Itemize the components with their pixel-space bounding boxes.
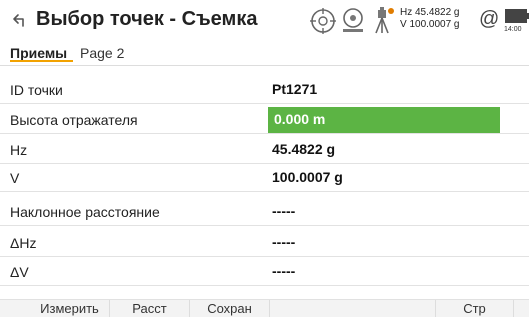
row-label: ΔV <box>10 264 29 280</box>
row-label: Hz <box>10 142 28 158</box>
row-label: Наклонное расстояние <box>10 204 160 220</box>
hz-readout: Hz 45.4822 g <box>400 7 460 18</box>
reflector-height-value[interactable]: 0.000 m <box>274 111 325 127</box>
target-icon[interactable] <box>308 6 338 36</box>
tab-bar: Приемы Page 2 <box>0 40 529 66</box>
delta-hz-value: ----- <box>272 234 296 250</box>
reflector-height-input[interactable]: 0.000 m <box>268 107 500 133</box>
page-button[interactable]: Стр <box>436 300 514 317</box>
slope-distance-value: ----- <box>272 203 296 219</box>
row-label: V <box>10 170 20 186</box>
delta-v-value: ----- <box>272 263 296 279</box>
row-v: V 100.0007 g <box>0 164 529 192</box>
active-tab-indicator <box>10 60 73 62</box>
at-icon[interactable]: @ <box>479 7 499 31</box>
tab-page-2[interactable]: Page 2 <box>80 45 124 61</box>
tab-priemy[interactable]: Приемы <box>10 45 67 61</box>
empty-softkey[interactable] <box>270 300 436 317</box>
v-readout: V 100.0007 g <box>400 19 460 30</box>
row-hz: Hz 45.4822 g <box>0 136 529 164</box>
row-label: ΔHz <box>10 235 37 251</box>
row-point-id: ID точки Pt1271 <box>0 76 529 104</box>
row-delta-hz: ΔHz ----- <box>0 229 529 257</box>
row-label: Высота отражателя <box>10 112 138 128</box>
save-button[interactable]: Сохран <box>190 300 270 317</box>
angle-readout: Hz 45.4822 g V 100.0007 g <box>400 7 460 31</box>
row-label: ID точки <box>10 82 63 98</box>
title-bar: Выбор точек - Съемка Hz 45.4822 g V 100.… <box>0 0 529 40</box>
softkey-toolbar: Измерить Расст Сохран Стр <box>0 299 529 317</box>
point-id-value[interactable]: Pt1271 <box>272 81 317 97</box>
level-bubble-icon[interactable] <box>338 6 368 36</box>
page-title: Выбор точек - Съемка <box>36 8 258 30</box>
battery-icon[interactable] <box>505 9 529 23</box>
distance-button[interactable]: Расст <box>110 300 190 317</box>
v-value: 100.0007 g <box>272 169 343 185</box>
hz-value: 45.4822 g <box>272 141 336 157</box>
row-reflector-height: Высота отражателя 0.000 m <box>0 106 529 134</box>
measure-button[interactable]: Измерить <box>30 300 110 317</box>
back-icon[interactable] <box>8 9 30 31</box>
row-slope-distance: Наклонное расстояние ----- <box>0 198 529 226</box>
row-delta-v: ΔV ----- <box>0 258 529 286</box>
time-label: 14:00 <box>504 26 522 33</box>
instrument-tripod-icon[interactable] <box>368 6 398 36</box>
